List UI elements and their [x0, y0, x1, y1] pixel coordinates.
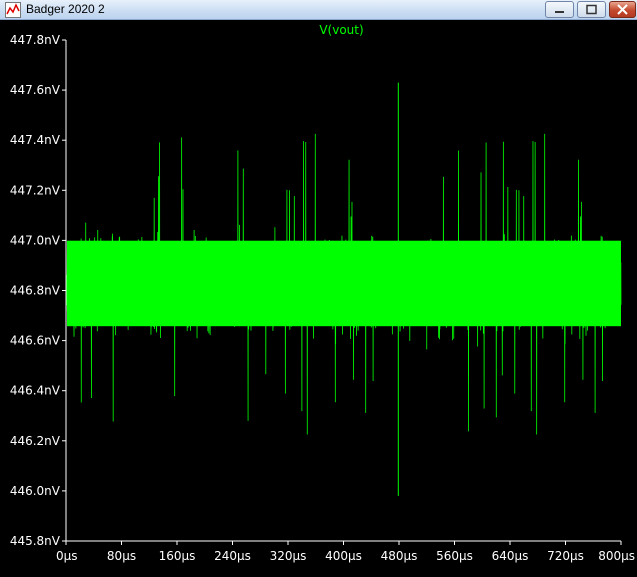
y-tick-label: 445.8nV — [10, 534, 61, 548]
x-tick-label: 560µs — [436, 549, 473, 563]
x-tick-labels: 0µs 80µs 160µs 240µs 320µs 400µs 480µs 560µs 640… — [56, 541, 635, 563]
x-tick-label: 800µs — [598, 549, 635, 563]
trace-band-core — [67, 240, 621, 327]
y-tick-label: 447.0nV — [10, 233, 61, 247]
x-tick-label: 480µs — [381, 549, 418, 563]
waveform-plot[interactable]: 445.8nV 446.0nV 446.2nV 446.4nV 446.6nV 446.8… — [0, 0, 637, 577]
x-tick-label: 400µs — [325, 549, 362, 563]
y-tick-labels: 445.8nV 446.0nV 446.2nV 446.4nV 446.6nV 446.8… — [10, 33, 66, 548]
x-tick-label: 320µs — [270, 549, 307, 563]
y-tick-label: 446.2nV — [10, 434, 61, 448]
y-tick-label: 447.2nV — [10, 183, 61, 197]
trace-title[interactable]: V(vout) — [319, 23, 363, 37]
x-tick-label: 0µs — [56, 549, 78, 563]
trace-v-vout — [65, 82, 622, 496]
y-tick-label: 447.4nV — [10, 133, 61, 147]
x-tick-label: 160µs — [159, 549, 196, 563]
x-tick-label: 240µs — [214, 549, 251, 563]
y-tick-label: 447.6nV — [10, 83, 61, 97]
x-tick-label: 80µs — [107, 549, 136, 563]
y-tick-label: 446.4nV — [10, 384, 61, 398]
y-tick-label: 446.8nV — [10, 284, 61, 298]
y-tick-label: 446.0nV — [10, 484, 61, 498]
y-tick-label: 447.8nV — [10, 33, 61, 47]
x-tick-label: 640µs — [492, 549, 529, 563]
y-tick-label: 446.6nV — [10, 334, 61, 348]
x-tick-label: 720µs — [547, 549, 584, 563]
